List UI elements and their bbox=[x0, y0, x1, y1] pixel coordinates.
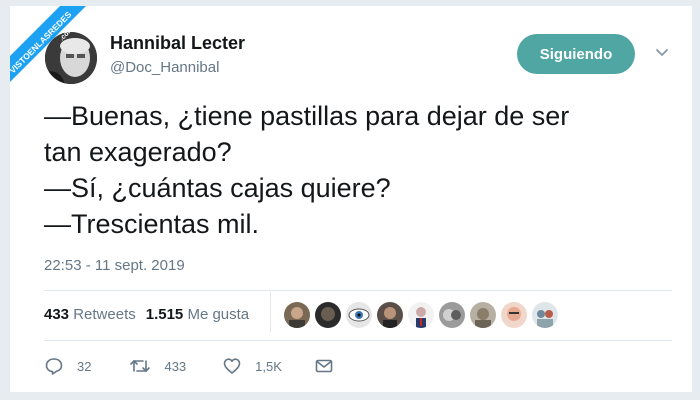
avatar[interactable] bbox=[45, 32, 97, 84]
retweets-stat[interactable]: 433 Retweets bbox=[44, 306, 136, 323]
liker-avatars bbox=[284, 302, 558, 328]
tweet-card: VISTOENLASREDES .com Hannibal Lecter @Do… bbox=[10, 6, 692, 392]
liker-avatar[interactable] bbox=[377, 302, 403, 328]
chevron-down-icon[interactable] bbox=[653, 44, 671, 62]
reply-icon bbox=[45, 358, 63, 375]
liker-avatar[interactable] bbox=[501, 302, 527, 328]
reply-count: 32 bbox=[77, 358, 92, 374]
likes-label: Me gusta bbox=[187, 306, 250, 323]
liker-avatar[interactable] bbox=[284, 302, 310, 328]
likes-count: 1.515 bbox=[145, 306, 184, 323]
following-button[interactable]: Siguiendo bbox=[517, 34, 635, 74]
message-button[interactable] bbox=[314, 356, 334, 376]
reply-button[interactable]: 32 bbox=[44, 356, 91, 376]
tweet-line: —Trescientas mil. bbox=[44, 209, 260, 239]
retweet-button[interactable]: 433 bbox=[129, 356, 186, 376]
tweet-text: —Buenas, ¿tiene pastillas para dejar de … bbox=[44, 98, 674, 242]
heart-icon bbox=[223, 358, 241, 374]
liker-avatar[interactable] bbox=[532, 302, 558, 328]
display-name[interactable]: Hannibal Lecter bbox=[110, 33, 245, 54]
tweet-timestamp[interactable]: 22:53 - 11 sept. 2019 bbox=[44, 257, 185, 274]
likes-stat[interactable]: 1.515 Me gusta bbox=[146, 306, 249, 323]
liker-avatar[interactable] bbox=[315, 302, 341, 328]
liker-avatar[interactable] bbox=[408, 302, 434, 328]
user-handle[interactable]: @Doc_Hannibal bbox=[110, 59, 219, 76]
tweet-line: —Buenas, ¿tiene pastillas para dejar de … bbox=[44, 101, 570, 131]
like-button[interactable]: 1,5K bbox=[222, 356, 282, 376]
tweet-line: —Sí, ¿cuántas cajas quiere? bbox=[44, 173, 391, 203]
retweets-count: 433 bbox=[44, 306, 70, 323]
liker-avatar[interactable] bbox=[470, 302, 496, 328]
divider bbox=[44, 290, 672, 291]
liker-avatar[interactable] bbox=[346, 302, 372, 328]
liker-avatar[interactable] bbox=[439, 302, 465, 328]
retweet-count: 433 bbox=[164, 358, 187, 374]
divider bbox=[44, 340, 672, 341]
stats-separator bbox=[270, 292, 271, 332]
like-count: 1,5K bbox=[255, 358, 282, 374]
tweet-line: tan exagerado? bbox=[44, 137, 232, 167]
retweet-icon bbox=[130, 360, 151, 372]
envelope-icon bbox=[315, 359, 333, 373]
tweet-stats: 433 Retweets 1.515 Me gusta bbox=[44, 306, 249, 323]
retweets-label: Retweets bbox=[73, 306, 136, 323]
tweet-actions: 32 433 1,5K bbox=[44, 356, 334, 376]
